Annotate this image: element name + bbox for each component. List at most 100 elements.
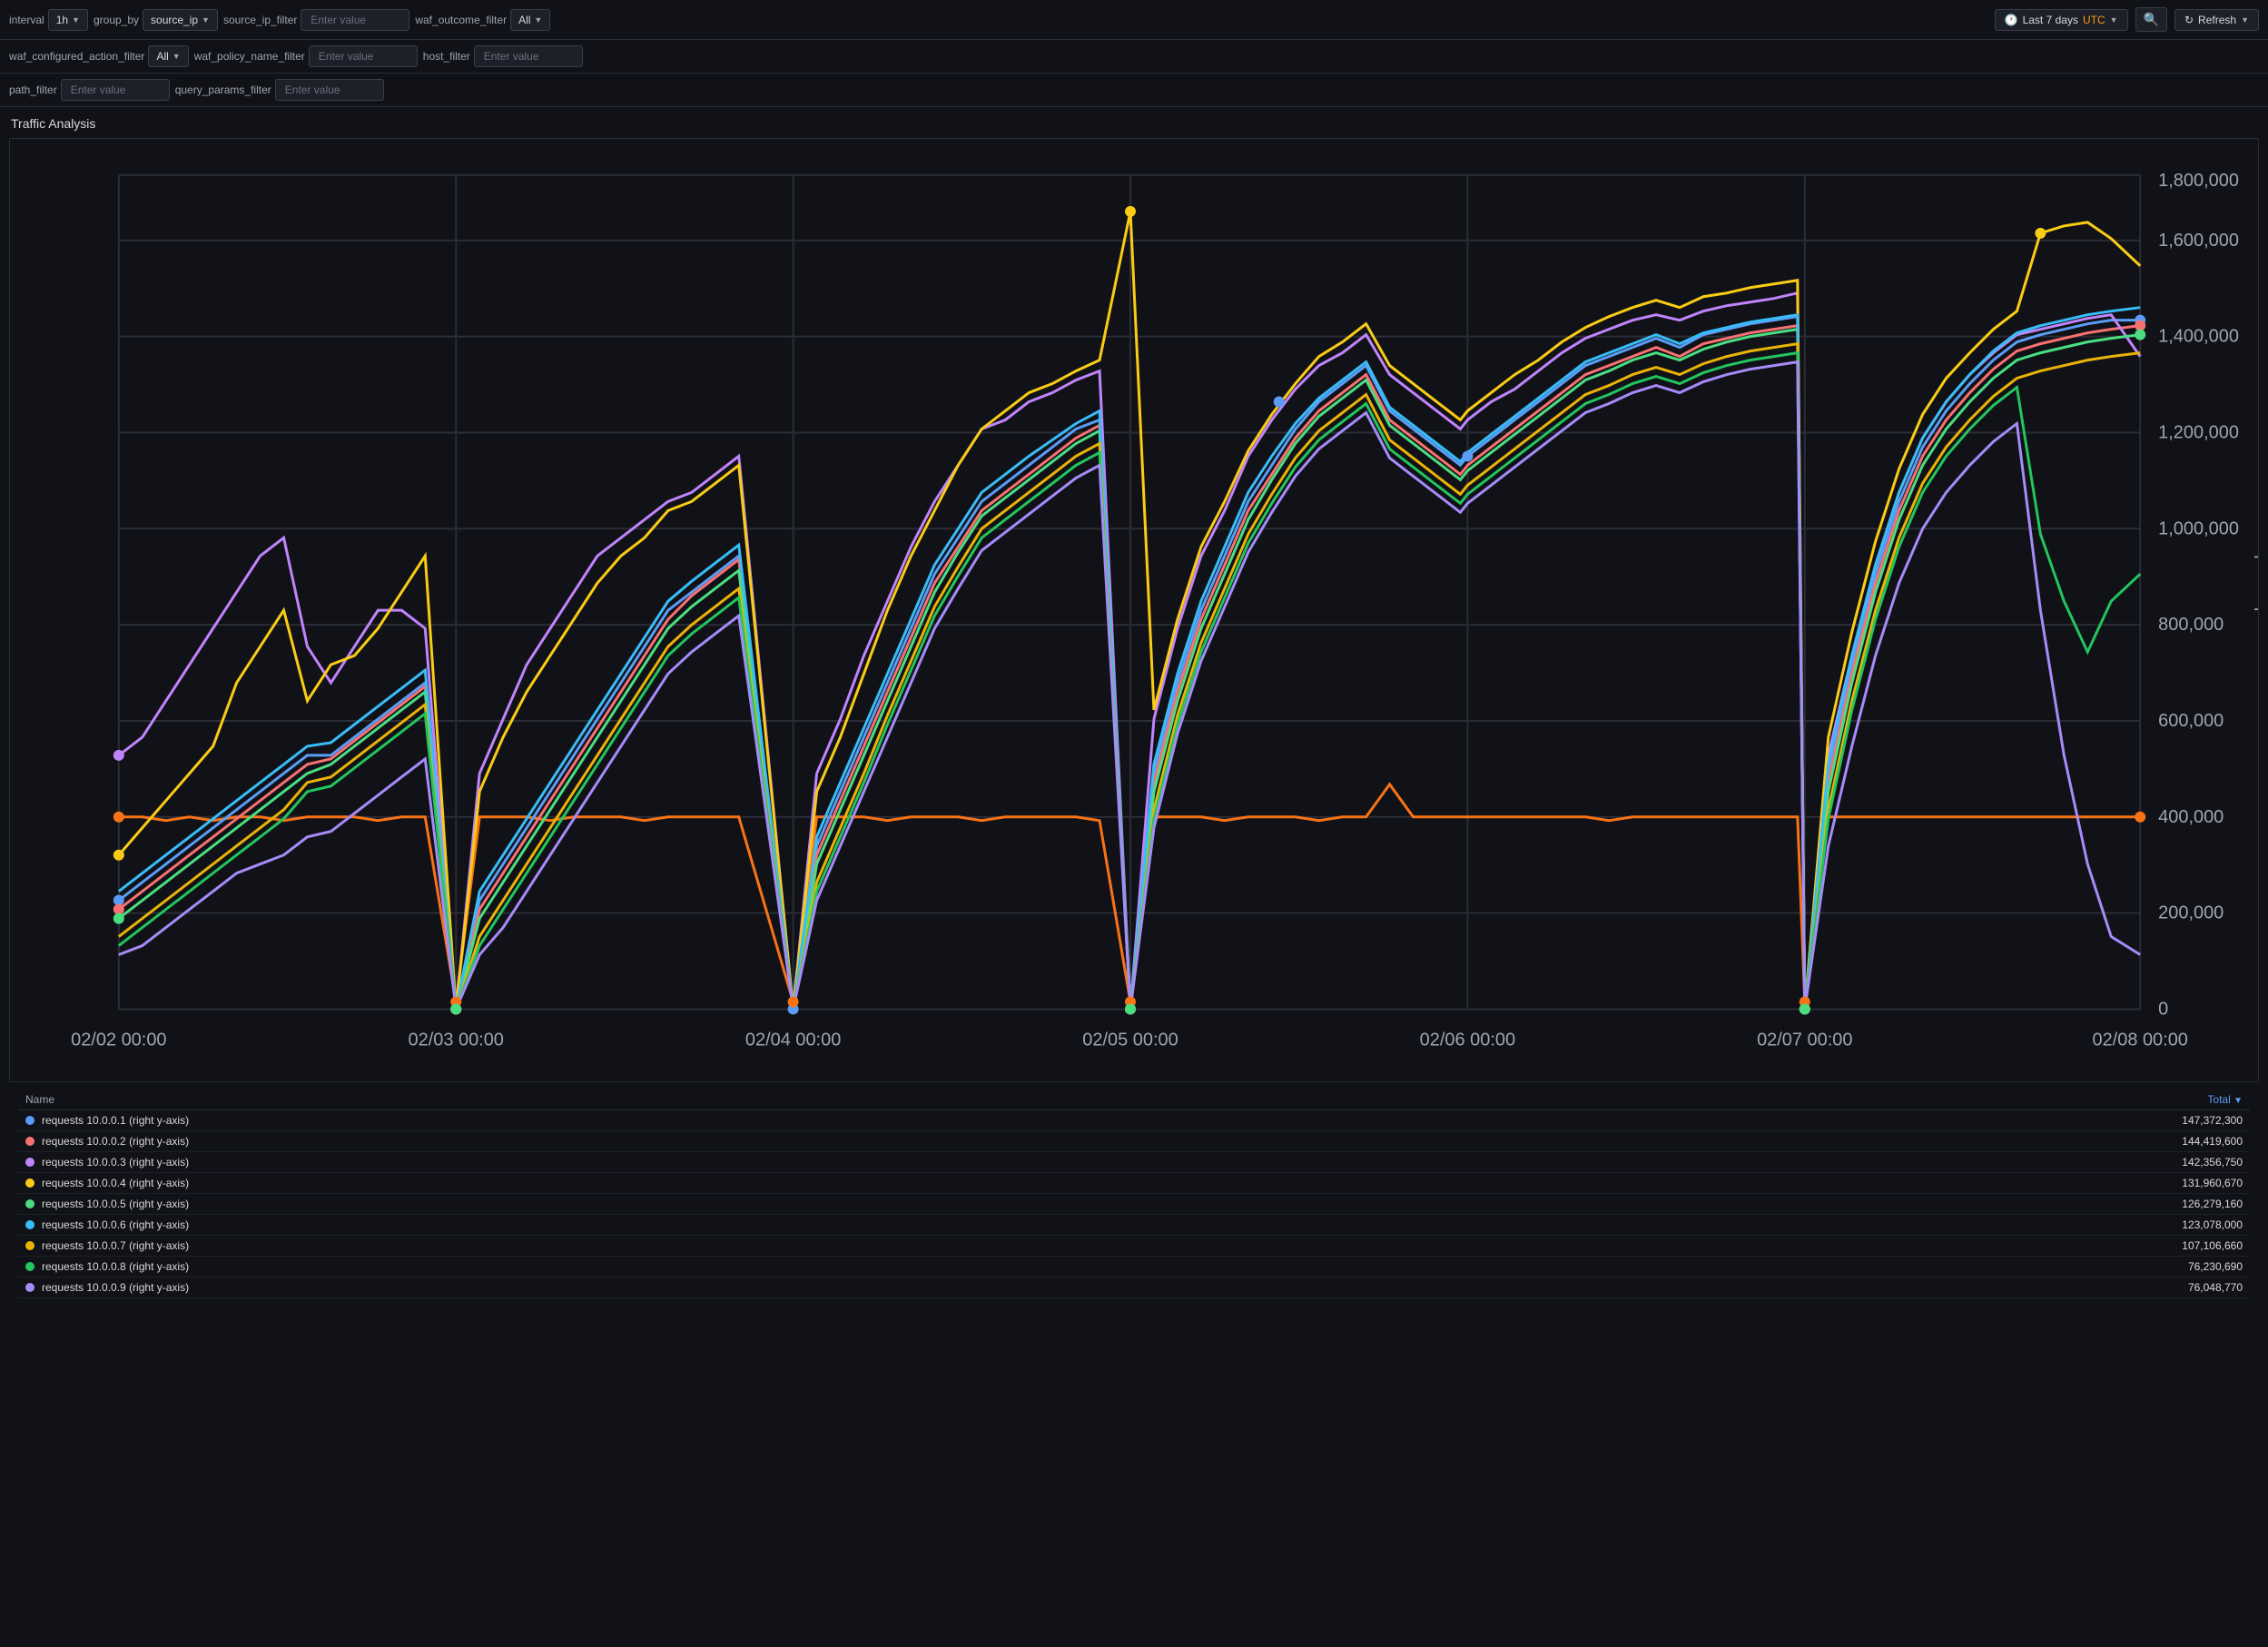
svg-text:02/06 00:00: 02/06 00:00 — [1420, 1030, 1515, 1050]
svg-text:02/04 00:00: 02/04 00:00 — [745, 1030, 841, 1050]
legend-label: requests 10.0.0.5 (right y-axis) — [42, 1198, 189, 1210]
waf-action-group: waf_configured_action_filter All ▼ — [9, 45, 189, 67]
legend-color-dot — [25, 1220, 35, 1229]
legend-name-cell: requests 10.0.0.6 (right y-axis) — [18, 1215, 1588, 1236]
legend-row[interactable]: requests 10.0.0.2 (right y-axis) 144,419… — [18, 1131, 2250, 1152]
interval-label: interval — [9, 14, 44, 26]
query-filter-input[interactable] — [275, 79, 384, 101]
name-column-header[interactable]: Name — [18, 1090, 1588, 1110]
svg-text:02/07 00:00: 02/07 00:00 — [1757, 1030, 1852, 1050]
svg-text:400,000: 400,000 — [2158, 807, 2224, 827]
toolbar-row2: waf_configured_action_filter All ▼ waf_p… — [0, 40, 2268, 74]
svg-text:600,000: 600,000 — [2158, 711, 2224, 731]
waf-action-select[interactable]: All ▼ — [148, 45, 188, 67]
svg-text:1,600,000: 1,600,000 — [2158, 231, 2239, 251]
legend-section: Name Total ▼ requests 10.0.0.1 (right y-… — [0, 1090, 2268, 1307]
legend-row[interactable]: requests 10.0.0.6 (right y-axis) 123,078… — [18, 1215, 2250, 1236]
legend-label: requests 10.0.0.9 (right y-axis) — [42, 1281, 189, 1294]
query-filter-group: query_params_filter — [175, 79, 384, 101]
right-controls: 🕐 Last 7 days UTC ▼ 🔍 ↻ Refresh ▼ — [1995, 7, 2259, 32]
groupby-value: source_ip — [151, 14, 198, 26]
legend-label: requests 10.0.0.7 (right y-axis) — [42, 1239, 189, 1252]
legend-color-dot — [25, 1241, 35, 1250]
legend-row[interactable]: requests 10.0.0.4 (right y-axis) 131,960… — [18, 1173, 2250, 1194]
legend-label: requests 10.0.0.6 (right y-axis) — [42, 1218, 189, 1231]
legend-row[interactable]: requests 10.0.0.3 (right y-axis) 142,356… — [18, 1152, 2250, 1173]
chart-area[interactable]: 0 200,000 400,000 600,000 800,000 1,000,… — [9, 138, 2259, 1082]
legend-color-dot — [25, 1179, 35, 1188]
svg-text:02/08 00:00: 02/08 00:00 — [2092, 1030, 2187, 1050]
legend-row[interactable]: requests 10.0.0.8 (right y-axis) 76,230,… — [18, 1257, 2250, 1277]
legend-color-dot — [25, 1158, 35, 1167]
legend-total-cell: 147,372,300 — [1588, 1110, 2250, 1131]
legend-label: requests 10.0.0.8 (right y-axis) — [42, 1260, 189, 1273]
sort-icon: ▼ — [2233, 1096, 2243, 1106]
legend-total-cell: 144,419,600 — [1588, 1131, 2250, 1152]
svg-text:0: 0 — [2158, 999, 2168, 1019]
groupby-label: group_by — [94, 14, 139, 26]
svg-text:Requests per 1h: Requests per 1h — [2253, 526, 2258, 658]
legend-row[interactable]: requests 10.0.0.7 (right y-axis) 107,106… — [18, 1236, 2250, 1257]
groupby-select[interactable]: source_ip ▼ — [143, 9, 218, 31]
time-range-picker[interactable]: 🕐 Last 7 days UTC ▼ — [1995, 9, 2128, 31]
legend-row[interactable]: requests 10.0.0.9 (right y-axis) 76,048,… — [18, 1277, 2250, 1298]
legend-total-cell: 131,960,670 — [1588, 1173, 2250, 1194]
waf-policy-input[interactable] — [309, 45, 418, 67]
legend-label: requests 10.0.0.4 (right y-axis) — [42, 1177, 189, 1189]
waf-action-label: waf_configured_action_filter — [9, 50, 144, 63]
total-column-header[interactable]: Total ▼ — [1588, 1090, 2250, 1110]
groupby-chevron-icon: ▼ — [202, 15, 210, 25]
waf-outcome-value: All — [518, 14, 530, 26]
host-filter-input[interactable] — [474, 45, 583, 67]
zoom-out-icon: 🔍 — [2144, 12, 2159, 27]
legend-name-cell: requests 10.0.0.8 (right y-axis) — [18, 1257, 1588, 1277]
svg-text:200,000: 200,000 — [2158, 903, 2224, 923]
svg-text:02/02 00:00: 02/02 00:00 — [71, 1030, 166, 1050]
waf-outcome-group: waf_outcome_filter All ▼ — [415, 9, 550, 31]
refresh-button[interactable]: ↻ Refresh ▼ — [2174, 9, 2259, 31]
legend-color-dot — [25, 1199, 35, 1208]
refresh-icon: ↻ — [2184, 14, 2194, 26]
toolbar-row3: path_filter query_params_filter — [0, 74, 2268, 107]
waf-outcome-select[interactable]: All ▼ — [510, 9, 550, 31]
legend-total-cell: 142,356,750 — [1588, 1152, 2250, 1173]
svg-text:02/03 00:00: 02/03 00:00 — [409, 1030, 504, 1050]
svg-text:1,000,000: 1,000,000 — [2158, 518, 2239, 538]
legend-label: requests 10.0.0.2 (right y-axis) — [42, 1135, 189, 1148]
legend-table: Name Total ▼ requests 10.0.0.1 (right y-… — [18, 1090, 2250, 1298]
zoom-out-button[interactable]: 🔍 — [2135, 7, 2167, 32]
legend-total-cell: 123,078,000 — [1588, 1215, 2250, 1236]
path-filter-group: path_filter — [9, 79, 170, 101]
source-ip-filter-input[interactable] — [301, 9, 409, 31]
legend-name-cell: requests 10.0.0.7 (right y-axis) — [18, 1236, 1588, 1257]
legend-name-cell: requests 10.0.0.2 (right y-axis) — [18, 1131, 1588, 1152]
waf-action-chevron-icon: ▼ — [173, 52, 181, 61]
waf-outcome-chevron-icon: ▼ — [534, 15, 542, 25]
interval-select[interactable]: 1h ▼ — [48, 9, 88, 31]
time-chevron-icon: ▼ — [2110, 15, 2118, 25]
svg-text:1,200,000: 1,200,000 — [2158, 422, 2239, 442]
source-ip-filter-label: source_ip_filter — [223, 14, 297, 26]
legend-row[interactable]: requests 10.0.0.1 (right y-axis) 147,372… — [18, 1110, 2250, 1131]
svg-text:1,400,000: 1,400,000 — [2158, 327, 2239, 347]
legend-total-cell: 76,048,770 — [1588, 1277, 2250, 1298]
chart-container: Traffic Analysis — [0, 107, 2268, 1082]
legend-total-cell: 107,106,660 — [1588, 1236, 2250, 1257]
svg-text:02/05 00:00: 02/05 00:00 — [1082, 1030, 1178, 1050]
legend-total-cell: 126,279,160 — [1588, 1194, 2250, 1215]
refresh-chevron-icon: ▼ — [2241, 15, 2249, 25]
waf-policy-group: waf_policy_name_filter — [194, 45, 418, 67]
waf-policy-label: waf_policy_name_filter — [194, 50, 305, 63]
legend-name-cell: requests 10.0.0.1 (right y-axis) — [18, 1110, 1588, 1131]
legend-color-dot — [25, 1137, 35, 1146]
traffic-chart: 0 200,000 400,000 600,000 800,000 1,000,… — [10, 139, 2258, 1081]
legend-row[interactable]: requests 10.0.0.5 (right y-axis) 126,279… — [18, 1194, 2250, 1215]
legend-header: Name Total ▼ — [18, 1090, 2250, 1110]
toolbar-row1: interval 1h ▼ group_by source_ip ▼ sourc… — [0, 0, 2268, 40]
legend-color-dot — [25, 1283, 35, 1292]
svg-text:800,000: 800,000 — [2158, 615, 2224, 635]
legend-name-cell: requests 10.0.0.9 (right y-axis) — [18, 1277, 1588, 1298]
chart-title: Traffic Analysis — [9, 116, 2259, 131]
path-filter-input[interactable] — [61, 79, 170, 101]
legend-name-cell: requests 10.0.0.4 (right y-axis) — [18, 1173, 1588, 1194]
